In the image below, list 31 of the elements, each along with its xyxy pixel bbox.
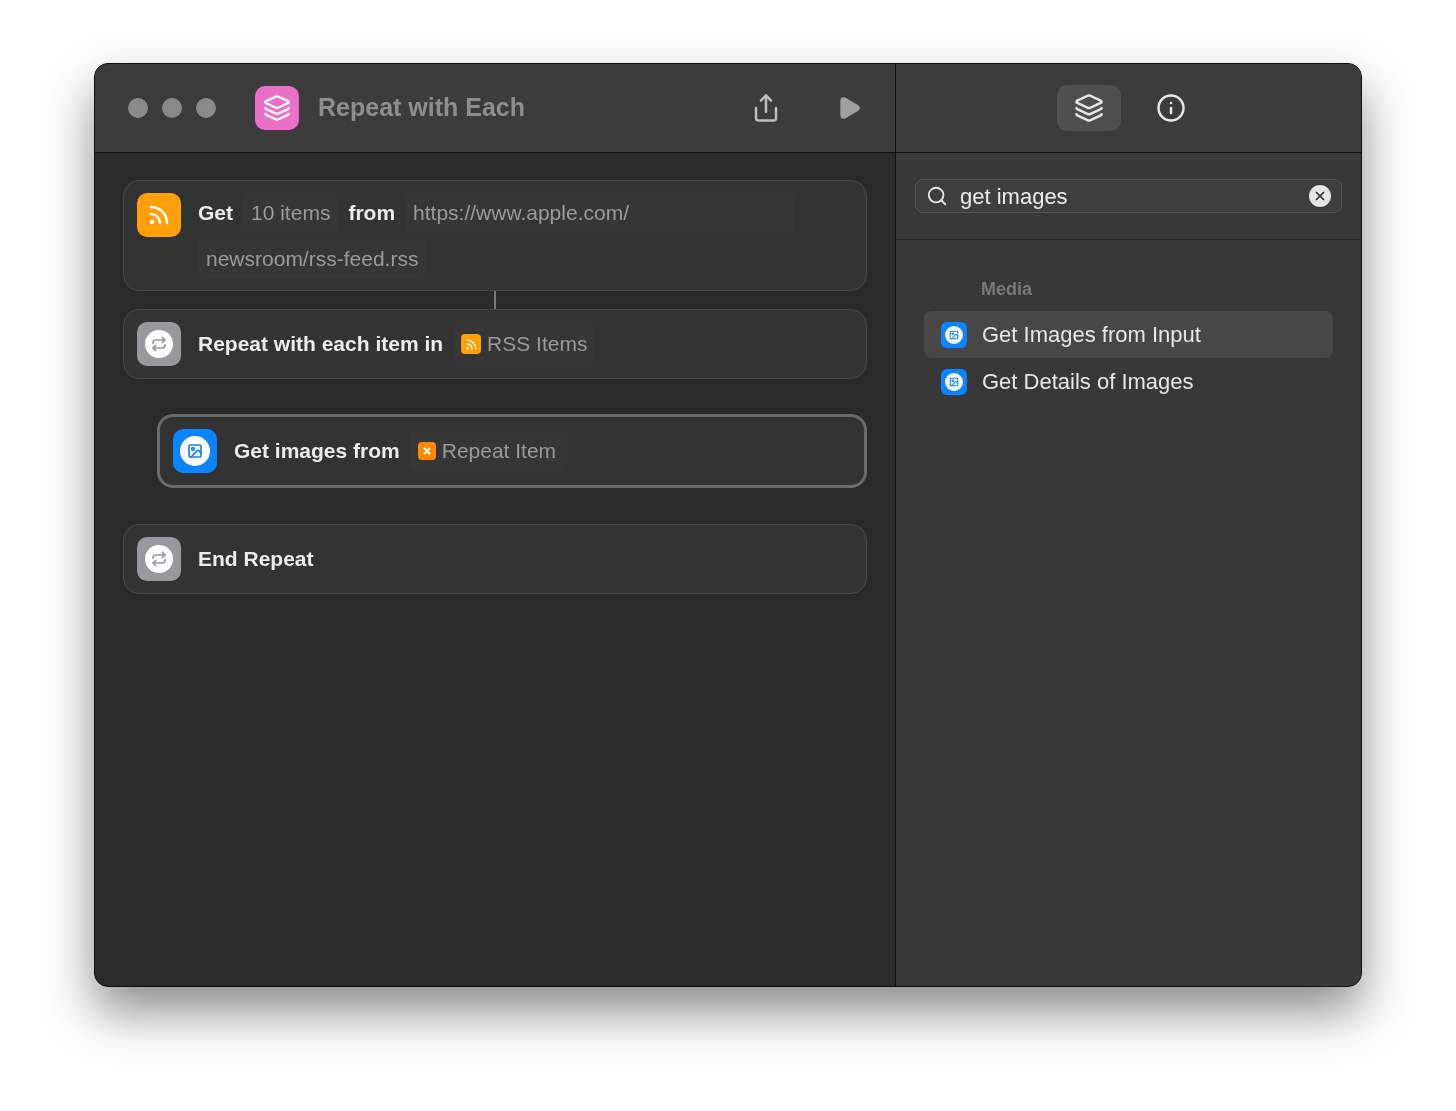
image-icon: [941, 321, 967, 348]
section-header: Media: [980, 278, 1033, 301]
window-control[interactable]: [128, 98, 148, 118]
action-card[interactable]: End Repeat: [123, 524, 867, 594]
action-label: End Repeat: [198, 546, 314, 573]
search-field[interactable]: get images: [915, 179, 1342, 213]
action-label: Repeat with each item in: [198, 331, 444, 358]
repeat-icon: [137, 537, 181, 581]
window-title: Repeat with Each: [318, 92, 525, 124]
layers-icon: [1073, 93, 1104, 123]
window-control[interactable]: [162, 98, 182, 118]
repeat-icon: [137, 322, 181, 366]
rss-icon: [137, 193, 181, 237]
variable-icon: [417, 442, 436, 460]
result-item[interactable]: Get Details of Images: [924, 358, 1333, 405]
window-control[interactable]: [196, 98, 216, 118]
action-label: Get: [198, 200, 233, 226]
search-icon: [926, 185, 948, 207]
action-label: from: [348, 200, 396, 226]
info-icon: [1155, 93, 1186, 123]
rss-icon: [461, 334, 482, 354]
action-card[interactable]: Get images from Repeat Item: [157, 414, 867, 488]
action-label: Get images from: [234, 438, 400, 465]
image-icon: [173, 429, 217, 473]
clear-icon[interactable]: [1309, 185, 1331, 207]
result-item[interactable]: Get Images from Input: [924, 311, 1333, 358]
action-card[interactable]: Get 10 items from https://www.apple.com/ newsroom/rss-feed.rss: [123, 180, 867, 291]
action-card[interactable]: Repeat with each item in RSS Items: [123, 309, 867, 379]
image-icon: [941, 368, 967, 395]
library-tab[interactable]: [1056, 85, 1121, 131]
layers-icon: [255, 86, 299, 130]
